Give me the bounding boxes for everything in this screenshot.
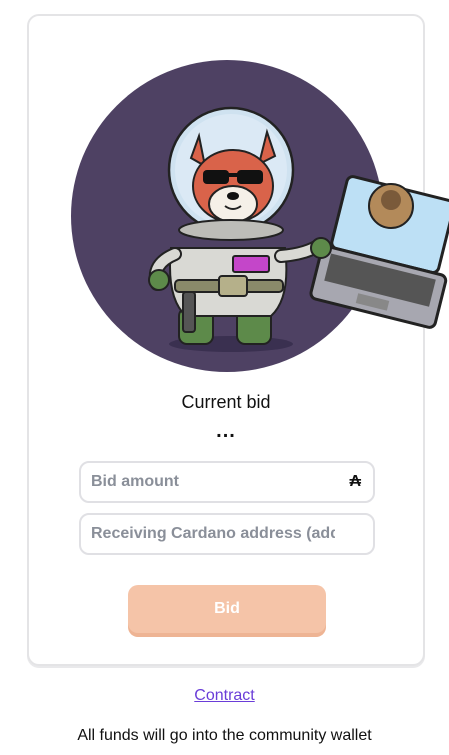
community-wallet-note: All funds will go into the community wal… (77, 727, 372, 744)
auction-card: Current bid ... ₳ Bid (27, 14, 449, 666)
contract-link[interactable]: Contract (0, 687, 449, 705)
current-bid-value: ... (216, 420, 236, 442)
bid-amount-field[interactable]: ₳ (79, 461, 375, 503)
bid-amount-input[interactable] (81, 463, 373, 501)
receiving-address-field[interactable] (79, 513, 375, 555)
receiving-address-input[interactable] (81, 515, 373, 553)
ada-currency-icon: ₳ (349, 473, 361, 490)
bid-button[interactable]: Bid (128, 585, 326, 633)
current-bid-label: Current bid (181, 392, 271, 412)
astronaut-dog-nft-image (71, 60, 449, 372)
